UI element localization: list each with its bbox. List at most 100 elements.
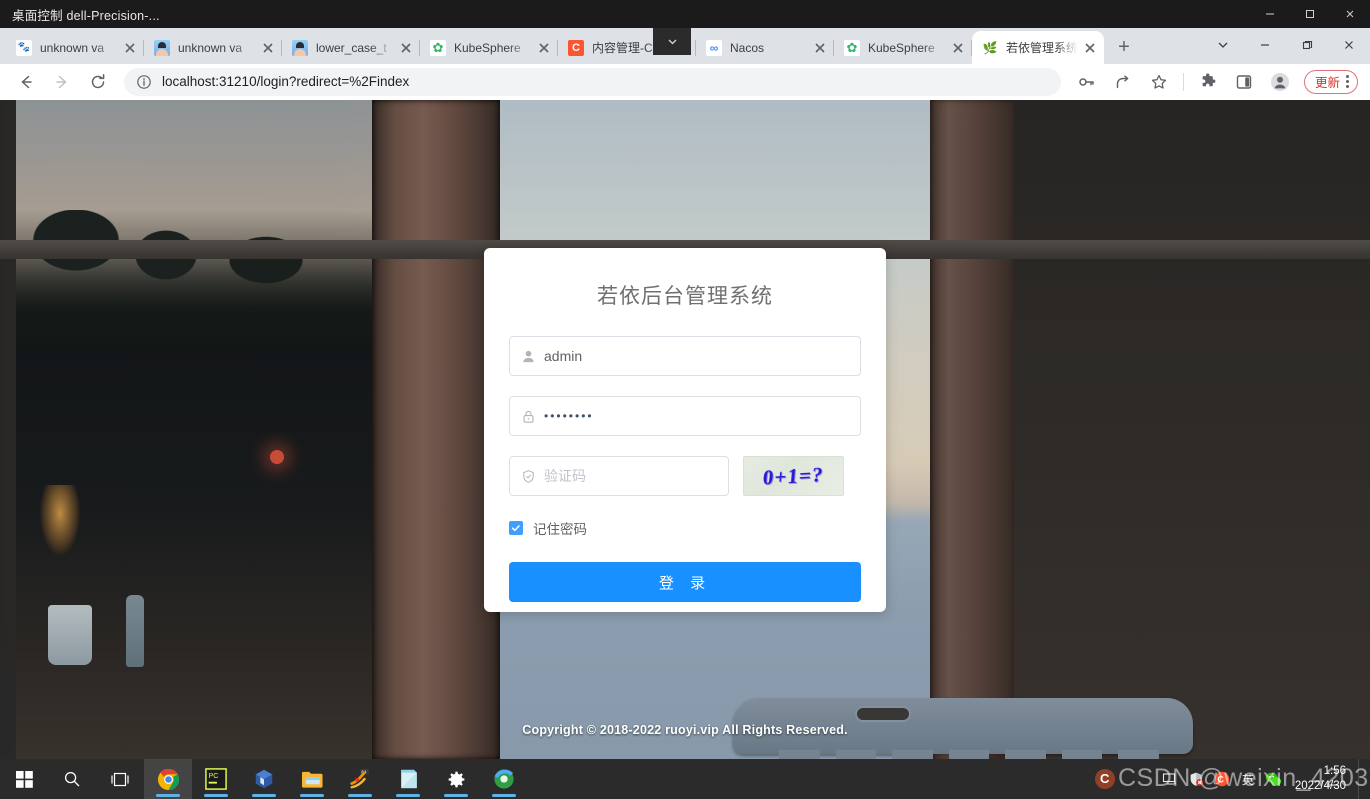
remember-password-label: 记住密码 bbox=[533, 522, 587, 537]
shield-icon[interactable] bbox=[1183, 759, 1209, 799]
browser-restore-button[interactable] bbox=[1286, 28, 1328, 62]
tabstrip-window-controls bbox=[1202, 28, 1370, 64]
browser-tab-1[interactable]: 🐾 unknown va bbox=[6, 31, 144, 64]
os-window-controls bbox=[1250, 0, 1370, 28]
share-icon[interactable] bbox=[1109, 68, 1137, 96]
copyright-text: Copyright © 2018-2022 ruoyi.vip All Righ… bbox=[522, 723, 848, 737]
browser-tab-title: lower_case_t bbox=[316, 40, 387, 55]
close-icon[interactable] bbox=[812, 40, 828, 56]
wechat-icon[interactable] bbox=[1261, 759, 1287, 799]
browser-tab-7[interactable]: ✿ KubeSphere bbox=[834, 31, 972, 64]
puzzle-icon[interactable] bbox=[1194, 68, 1222, 96]
address-bar[interactable]: localhost:31210/login?redirect=%2Findex bbox=[124, 67, 1061, 96]
csdn-icon: C bbox=[568, 39, 584, 56]
info-circle-icon[interactable] bbox=[136, 74, 152, 90]
login-title: 若依后台管理系统 bbox=[597, 285, 773, 308]
lock-icon bbox=[520, 408, 536, 424]
user-icon bbox=[520, 348, 536, 364]
start-button[interactable] bbox=[0, 759, 48, 799]
ruoyi-icon: 🌿 bbox=[982, 39, 998, 56]
ime-icon[interactable]: 英 bbox=[1235, 759, 1261, 799]
captcha-image[interactable]: 0+1=? bbox=[743, 456, 844, 496]
browser-tab-6[interactable]: ∞ Nacos bbox=[696, 31, 834, 64]
browser-tab-title: Nacos bbox=[730, 40, 765, 55]
captcha-row: 0+1=? bbox=[509, 456, 861, 496]
nacos-icon: ∞ bbox=[706, 39, 722, 56]
update-button-label: 更新 bbox=[1314, 76, 1340, 90]
browser-toolbar: localhost:31210/login?redirect=%2Findex bbox=[0, 64, 1370, 100]
close-icon[interactable] bbox=[1082, 40, 1098, 56]
close-icon[interactable] bbox=[950, 40, 966, 56]
password-field[interactable] bbox=[509, 396, 861, 436]
taskbar-todesk-icon[interactable] bbox=[480, 759, 528, 799]
taskbar-virtualbox-icon[interactable] bbox=[240, 759, 288, 799]
toolbar-divider bbox=[1182, 72, 1184, 91]
browser-tab-active-ruoyi[interactable]: 🌿 若依管理系统 bbox=[972, 31, 1104, 64]
task-view-icon[interactable] bbox=[96, 759, 144, 799]
tab-search-overlay-chip[interactable] bbox=[653, 28, 691, 55]
avatar-icon bbox=[292, 39, 308, 56]
svg-text:PC: PC bbox=[209, 773, 219, 780]
browser-tab-title: KubeSphere bbox=[454, 40, 521, 55]
show-desktop-button[interactable] bbox=[1358, 759, 1366, 799]
page-viewport: 若依后台管理系统 admin •••••••• 验证码 0+1=? 记住密码 登… bbox=[0, 100, 1370, 759]
baidu-icon: 🐾 bbox=[16, 39, 32, 56]
monitor-icon[interactable] bbox=[1157, 759, 1183, 799]
browser-tab-3[interactable]: lower_case_t bbox=[282, 31, 420, 64]
remember-password-row[interactable]: 记住密码 bbox=[509, 518, 861, 538]
browser-tab-4[interactable]: ✿ KubeSphere bbox=[420, 31, 558, 64]
csdn-tray-icon[interactable]: C bbox=[1209, 759, 1235, 799]
new-tab-button[interactable]: + bbox=[1110, 33, 1138, 61]
taskbar-pycharm-icon[interactable]: PC bbox=[192, 759, 240, 799]
tab-search-button[interactable] bbox=[1202, 28, 1244, 62]
captcha-field[interactable] bbox=[509, 456, 729, 496]
password-input[interactable] bbox=[544, 397, 860, 435]
login-button[interactable]: 登 录 bbox=[509, 562, 861, 602]
taskbar-onenote-icon[interactable] bbox=[384, 759, 432, 799]
os-close-button[interactable] bbox=[1330, 0, 1370, 28]
key-icon[interactable] bbox=[1073, 68, 1101, 96]
captcha-input[interactable] bbox=[544, 457, 728, 495]
username-field[interactable] bbox=[509, 336, 861, 376]
system-tray: C 英 1:56 2022/4/30 bbox=[1157, 759, 1370, 799]
kubesphere-icon: ✿ bbox=[430, 39, 446, 56]
toolbar-actions: 更新 bbox=[1069, 68, 1362, 96]
taskbar-clock[interactable]: 1:56 2022/4/30 bbox=[1287, 764, 1358, 794]
reload-icon[interactable] bbox=[84, 68, 112, 96]
shield-check-icon bbox=[520, 468, 536, 484]
taskbar-file-explorer-icon[interactable] bbox=[288, 759, 336, 799]
browser-tab-title: KubeSphere bbox=[868, 40, 935, 55]
remember-password-checkbox[interactable] bbox=[509, 521, 523, 535]
browser-tab-title: unknown va bbox=[178, 40, 243, 55]
clock-time: 1:56 bbox=[1323, 765, 1346, 777]
profile-avatar-icon[interactable] bbox=[1266, 68, 1294, 96]
os-minimize-button[interactable] bbox=[1250, 0, 1290, 28]
windows-taskbar: PC 64 C 英 1:56 2022/4/30 bbox=[0, 759, 1370, 799]
browser-tab-title: 若依管理系统 bbox=[1006, 41, 1078, 55]
address-bar-url: localhost:31210/login?redirect=%2Findex bbox=[162, 74, 410, 89]
browser-minimize-button[interactable] bbox=[1244, 28, 1286, 62]
close-icon[interactable] bbox=[260, 40, 276, 56]
close-icon[interactable] bbox=[398, 40, 414, 56]
gear-icon[interactable] bbox=[432, 759, 480, 799]
search-icon[interactable] bbox=[48, 759, 96, 799]
browser-tab-title: unknown va bbox=[40, 40, 105, 55]
kubesphere-icon: ✿ bbox=[844, 39, 860, 56]
taskbar-navicat-icon[interactable]: 64 bbox=[336, 759, 384, 799]
side-panel-icon[interactable] bbox=[1230, 68, 1258, 96]
clock-date: 2022/4/30 bbox=[1294, 780, 1346, 792]
browser-tab-2[interactable]: unknown va bbox=[144, 31, 282, 64]
close-icon[interactable] bbox=[536, 40, 552, 56]
back-arrow-icon[interactable] bbox=[12, 68, 40, 96]
username-input[interactable] bbox=[544, 337, 860, 375]
update-button[interactable]: 更新 bbox=[1303, 69, 1358, 94]
browser-close-button[interactable] bbox=[1328, 28, 1370, 62]
os-window-titlebar: 桌面控制 dell-Precision-... bbox=[0, 0, 1370, 28]
taskbar-chrome-icon[interactable] bbox=[144, 759, 192, 799]
kebab-menu-icon[interactable] bbox=[1346, 75, 1349, 88]
os-window-title: 桌面控制 dell-Precision-... bbox=[12, 8, 160, 23]
close-icon[interactable] bbox=[122, 40, 138, 56]
os-maximize-button[interactable] bbox=[1290, 0, 1330, 28]
captcha-image-text: 0+1=? bbox=[762, 461, 825, 490]
star-icon[interactable] bbox=[1145, 68, 1173, 96]
